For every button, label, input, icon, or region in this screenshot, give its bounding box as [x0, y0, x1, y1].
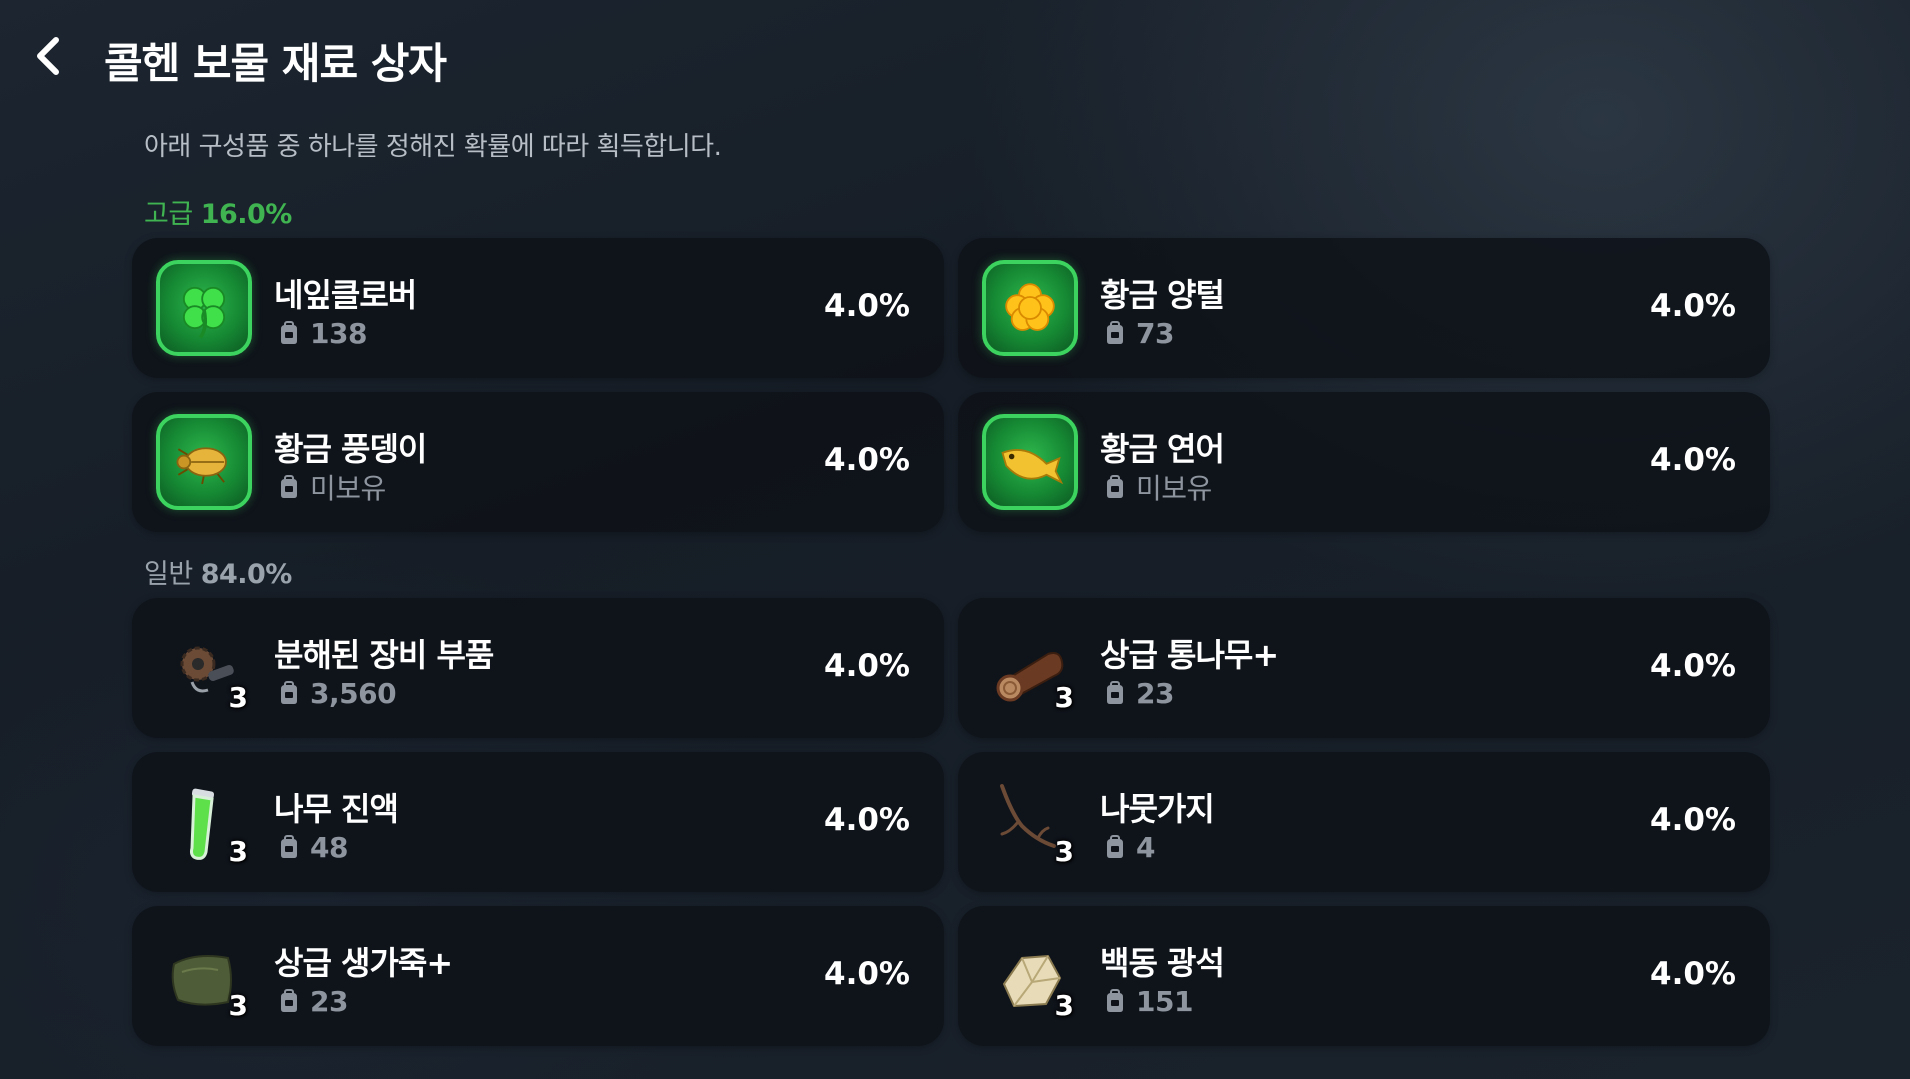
inventory-bag-icon [281, 681, 297, 704]
item-name: 분해된 장비 부품 [274, 636, 494, 674]
inventory-bag-icon [1107, 321, 1123, 344]
drop-rate: 4.0% [824, 442, 910, 478]
owned-value: 23 [310, 984, 348, 1018]
inventory-bag-icon [1107, 681, 1123, 704]
item-icon-frame: 3 [982, 620, 1078, 716]
item-card-ore[interactable]: 3 백동 광석 151 4.0% [958, 906, 1770, 1046]
item-name: 황금 양털 [1100, 276, 1225, 314]
item-card-log[interactable]: 3 상급 통나무+ 23 4.0% [958, 598, 1770, 738]
clover-icon [182, 286, 226, 339]
item-name: 상급 생가죽+ [274, 944, 453, 982]
item-quantity: 3 [1054, 989, 1074, 1022]
owned-value: 73 [1136, 316, 1174, 350]
item-card-clover[interactable]: 네잎클로버 138 4.0% [132, 238, 944, 378]
item-icon-frame: 3 [982, 774, 1078, 870]
inventory-bag-icon [1107, 835, 1123, 858]
golden-beetle-icon [176, 447, 227, 485]
item-card-golden-wool[interactable]: 황금 양털 73 4.0% [958, 238, 1770, 378]
header: 콜헨 보물 재료 상자 [0, 0, 1910, 115]
drop-rate: 4.0% [824, 648, 910, 684]
item-quantity: 3 [228, 835, 248, 868]
item-card-gear-parts[interactable]: 3 분해된 장비 부품 3,560 4.0% [132, 598, 944, 738]
owned-value: 138 [310, 316, 367, 350]
item-name: 백동 광석 [1100, 944, 1225, 982]
inventory-bag-icon [1107, 989, 1123, 1012]
back-button[interactable] [22, 28, 78, 84]
item-quantity: 3 [1054, 835, 1074, 868]
owned-count: 73 [1102, 316, 1174, 350]
owned-value: 3,560 [310, 676, 397, 710]
item-card-rawhide[interactable]: 3 상급 생가죽+ 23 4.0% [132, 906, 944, 1046]
drop-rate: 4.0% [1650, 288, 1736, 324]
item-name: 나뭇가지 [1100, 790, 1215, 828]
owned-count: 138 [276, 316, 367, 350]
item-icon-frame: 3 [982, 928, 1078, 1024]
owned-value: 48 [310, 830, 348, 864]
owned-value: 23 [1136, 676, 1174, 710]
inventory-bag-icon [281, 835, 297, 858]
golden-salmon-icon [1001, 449, 1064, 485]
item-quantity: 3 [228, 681, 248, 714]
section-name: 일반 [144, 559, 193, 590]
item-name: 상급 통나무+ [1100, 636, 1279, 674]
drop-rate: 4.0% [824, 802, 910, 838]
item-quantity: 3 [1054, 681, 1074, 714]
drop-rate: 4.0% [1650, 442, 1736, 478]
section-percent: 16.0% [200, 199, 293, 230]
drop-rate: 4.0% [1650, 802, 1736, 838]
item-name: 네잎클로버 [274, 276, 417, 314]
item-name: 나무 진액 [274, 790, 399, 828]
inventory-bag-icon [1107, 475, 1123, 498]
item-card-twig[interactable]: 3 나뭇가지 4 4.0% [958, 752, 1770, 892]
item-icon-frame [982, 414, 1078, 510]
description-text: 아래 구성품 중 하나를 정해진 확률에 따라 획득합니다. [144, 132, 722, 162]
item-icon-frame [156, 414, 252, 510]
owned-value: 151 [1136, 984, 1193, 1018]
owned-count: 151 [1102, 984, 1193, 1018]
item-icon-frame [156, 260, 252, 356]
chevron-left-icon [37, 37, 59, 75]
owned-count: 23 [276, 984, 348, 1018]
page-title: 콜헨 보물 재료 상자 [104, 39, 447, 88]
item-name: 황금 연어 [1100, 430, 1225, 468]
owned-count: 48 [276, 830, 348, 864]
inventory-bag-icon [281, 475, 297, 498]
item-icon-frame: 3 [156, 774, 252, 870]
owned-count: 미보유 [1102, 470, 1212, 505]
owned-count: 23 [1102, 676, 1174, 710]
item-icon-frame [982, 260, 1078, 356]
inventory-bag-icon [281, 321, 297, 344]
owned-count: 3,560 [276, 676, 397, 710]
item-card-golden-salmon[interactable]: 황금 연어 미보유 4.0% [958, 392, 1770, 532]
owned-value: 미보유 [310, 472, 386, 505]
drop-rate: 4.0% [1650, 956, 1736, 992]
owned-value: 4 [1136, 830, 1155, 864]
section-label-high: 고급 16.0% [144, 192, 292, 231]
section-name: 고급 [144, 199, 193, 230]
item-icon-frame: 3 [156, 620, 252, 716]
owned-value: 미보유 [1136, 472, 1212, 505]
item-name: 황금 풍뎅이 [274, 430, 427, 468]
drop-rate: 4.0% [824, 956, 910, 992]
drop-rate: 4.0% [824, 288, 910, 324]
owned-count: 미보유 [276, 470, 386, 505]
item-card-sap-vial[interactable]: 3 나무 진액 48 4.0% [132, 752, 944, 892]
owned-count: 4 [1102, 830, 1155, 864]
item-card-golden-beetle[interactable]: 황금 풍뎅이 미보유 4.0% [132, 392, 944, 532]
item-icon-frame: 3 [156, 928, 252, 1024]
inventory-bag-icon [281, 989, 297, 1012]
section-percent: 84.0% [200, 559, 293, 590]
drop-rate: 4.0% [1650, 648, 1736, 684]
golden-wool-icon [1005, 283, 1055, 331]
item-quantity: 3 [228, 989, 248, 1022]
section-label-normal: 일반 84.0% [144, 552, 292, 591]
